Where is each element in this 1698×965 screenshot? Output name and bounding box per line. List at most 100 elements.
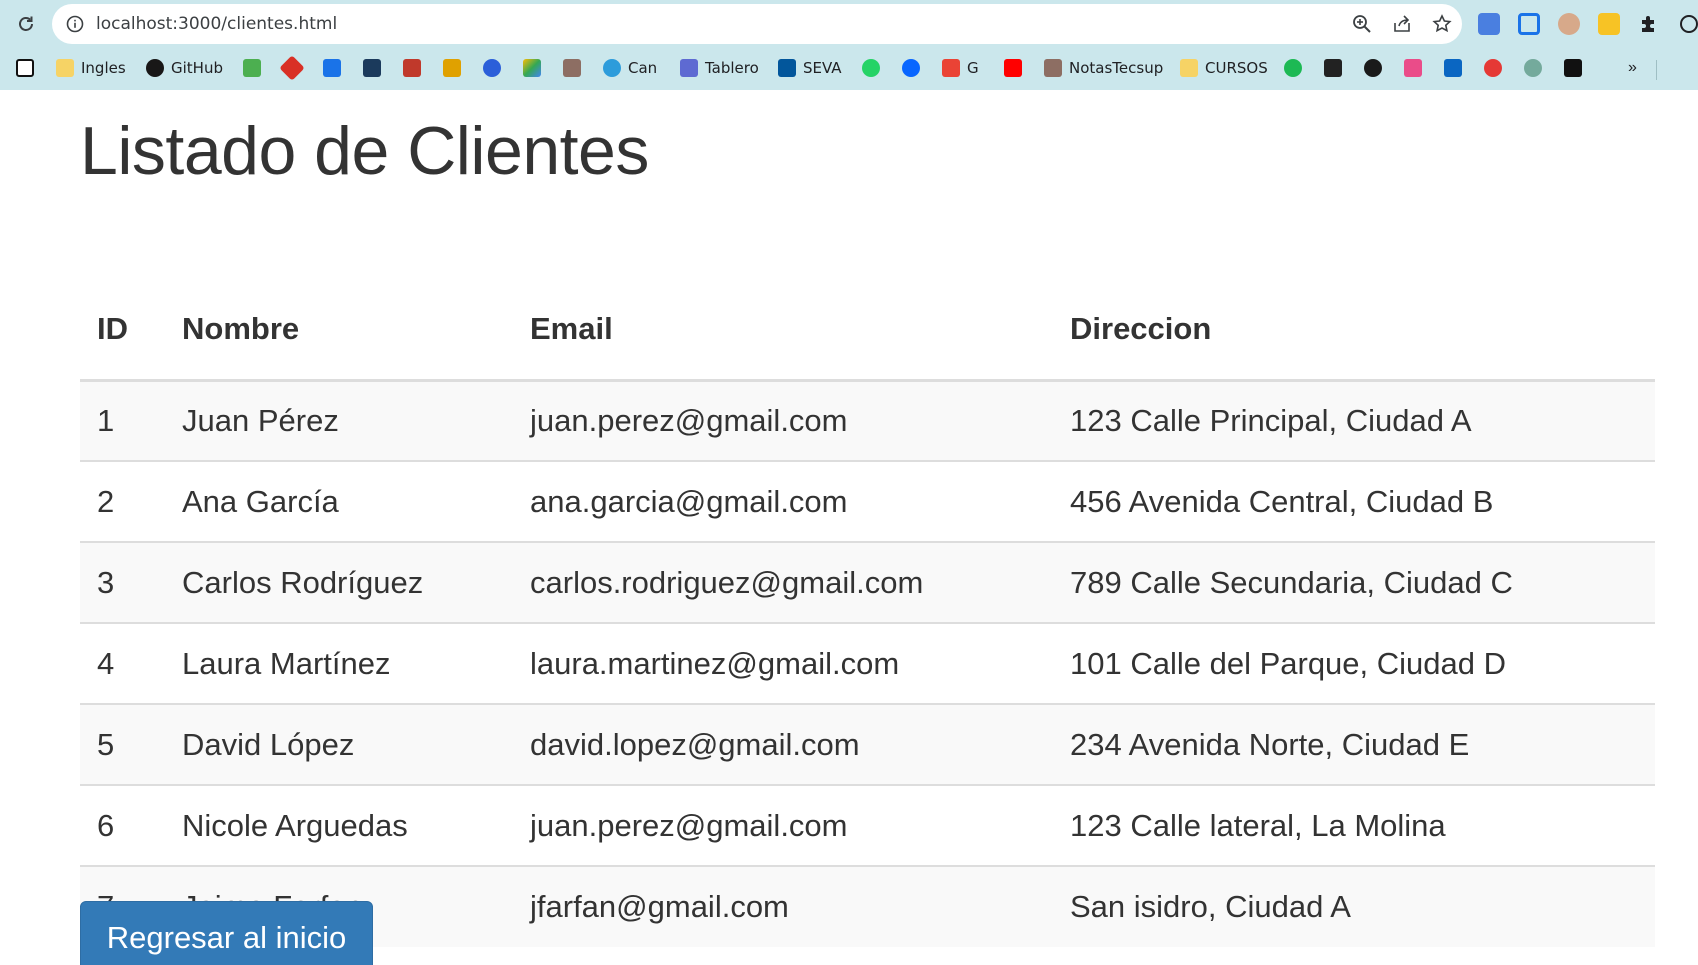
bookmark-item[interactable] xyxy=(243,56,261,80)
column-header-id: ID xyxy=(80,280,165,382)
bookmark-label: Tablero xyxy=(705,59,759,77)
bookmark-icon xyxy=(279,55,305,81)
bookmark-icon xyxy=(363,59,381,77)
bookmark-item[interactable] xyxy=(363,56,381,80)
bookmark-item[interactable] xyxy=(1484,56,1502,80)
cell-direccion: San isidro, Ciudad A xyxy=(1053,865,1655,947)
table-row: 3 Carlos Rodríguez carlos.rodriguez@gmai… xyxy=(80,541,1655,623)
cell-email: ana.garcia@gmail.com xyxy=(513,460,1053,542)
github-icon xyxy=(146,59,164,77)
bookmark-star-icon[interactable] xyxy=(1432,14,1452,34)
bookmark-item[interactable] xyxy=(16,56,41,80)
share-icon[interactable] xyxy=(1392,14,1412,34)
cell-id: 5 xyxy=(80,703,165,785)
bookmark-item[interactable]: SEVA xyxy=(778,56,842,80)
drive-icon xyxy=(523,59,541,77)
table-row: 5 David López david.lopez@gmail.com 234 … xyxy=(80,703,1655,785)
gmail-icon xyxy=(942,59,960,77)
cell-direccion: 101 Calle del Parque, Ciudad D xyxy=(1053,622,1655,704)
reload-icon[interactable] xyxy=(14,12,38,36)
bookmark-item[interactable]: NotasTecsup xyxy=(1044,56,1163,80)
omnibox[interactable]: localhost:3000/clientes.html xyxy=(52,4,1462,44)
bookmark-icon xyxy=(1044,59,1062,77)
bookmark-item[interactable] xyxy=(862,56,880,80)
cell-email: jfarfan@gmail.com xyxy=(513,865,1053,947)
flutter-icon xyxy=(778,59,796,77)
bookmark-item[interactable] xyxy=(563,56,581,80)
bookmark-item[interactable]: Ingles xyxy=(56,56,126,80)
url-text[interactable]: localhost:3000/clientes.html xyxy=(96,4,337,44)
bookmark-item[interactable] xyxy=(1444,56,1462,80)
back-to-home-button[interactable]: Regresar al inicio xyxy=(80,901,373,965)
bookmark-item[interactable] xyxy=(403,56,421,80)
column-header-direccion: Direccion xyxy=(1053,280,1655,382)
cell-id: 2 xyxy=(80,460,165,542)
cell-email: laura.martinez@gmail.com xyxy=(513,622,1053,704)
bookmark-item[interactable] xyxy=(279,55,305,81)
bookmark-item[interactable] xyxy=(1284,56,1302,80)
avatar-extension-icon[interactable] xyxy=(1558,13,1580,35)
bookmark-icon xyxy=(1284,59,1302,77)
bookmark-icon xyxy=(1404,59,1422,77)
notion-icon xyxy=(16,59,34,77)
sync-icon[interactable] xyxy=(1678,13,1698,35)
browser-chrome: localhost:3000/clientes.html Ingles GitH… xyxy=(0,0,1698,90)
bookmark-icon xyxy=(483,59,501,77)
more-bookmarks-button[interactable]: » xyxy=(1628,59,1637,77)
cell-email: juan.perez@gmail.com xyxy=(513,784,1053,866)
bookmark-item[interactable]: Tablero xyxy=(680,56,759,80)
bookmark-item[interactable] xyxy=(902,56,920,80)
bookmark-item[interactable] xyxy=(1524,56,1542,80)
cell-email: david.lopez@gmail.com xyxy=(513,703,1053,785)
bookmark-item[interactable] xyxy=(1364,56,1382,80)
bookmark-item[interactable]: Can xyxy=(603,56,657,80)
cell-nombre: Nicole Arguedas xyxy=(165,784,513,866)
bookmarks-divider xyxy=(1656,60,1657,80)
bookmark-label: Can xyxy=(628,59,658,77)
clients-table: ID Nombre Email Direccion 1 Juan Pérez j… xyxy=(80,280,1655,947)
bookmark-label: G xyxy=(967,59,979,77)
cell-email: carlos.rodriguez@gmail.com xyxy=(513,541,1053,623)
bookmark-item[interactable] xyxy=(1324,56,1342,80)
cell-nombre: Juan Pérez xyxy=(165,380,513,461)
column-header-email: Email xyxy=(513,280,1053,382)
column-header-nombre: Nombre xyxy=(165,280,513,382)
cell-email: juan.perez@gmail.com xyxy=(513,380,1053,461)
table-row: 2 Ana García ana.garcia@gmail.com 456 Av… xyxy=(80,460,1655,542)
folder-icon xyxy=(1180,59,1198,77)
translate-extension-icon[interactable] xyxy=(1478,13,1500,35)
notes-extension-icon[interactable] xyxy=(1598,13,1620,35)
bookmark-item[interactable] xyxy=(523,56,541,80)
cell-nombre: Carlos Rodríguez xyxy=(165,541,513,623)
page-title: Listado de Clientes xyxy=(80,113,649,189)
bookmark-label: Ingles xyxy=(81,59,126,77)
bookmark-item[interactable] xyxy=(483,56,501,80)
bookmark-item[interactable] xyxy=(1404,56,1422,80)
bookmark-icon xyxy=(443,59,461,77)
calendar-icon xyxy=(323,59,341,77)
bookmark-icon xyxy=(1484,59,1502,77)
site-info-icon[interactable] xyxy=(66,15,84,33)
bookmark-item[interactable] xyxy=(323,56,341,80)
puzzle-icon[interactable] xyxy=(1638,13,1660,35)
bookmark-icon xyxy=(1364,59,1382,77)
cell-id: 4 xyxy=(80,622,165,704)
bookmark-item[interactable]: CURSOS xyxy=(1180,56,1268,80)
address-bar-row: localhost:3000/clientes.html xyxy=(0,0,1698,48)
meta-icon xyxy=(902,59,920,77)
cell-direccion: 123 Calle lateral, La Molina xyxy=(1053,784,1655,866)
bookmark-item[interactable] xyxy=(1564,56,1582,80)
screenshot-extension-icon[interactable] xyxy=(1518,13,1540,35)
cell-direccion: 789 Calle Secundaria, Ciudad C xyxy=(1053,541,1655,623)
bookmark-item[interactable]: G xyxy=(942,56,979,80)
table-row: 4 Laura Martínez laura.martinez@gmail.co… xyxy=(80,622,1655,704)
bookmark-item[interactable] xyxy=(443,56,461,80)
zoom-icon[interactable] xyxy=(1352,14,1372,34)
cell-nombre: Laura Martínez xyxy=(165,622,513,704)
cell-id: 3 xyxy=(80,541,165,623)
bookmark-item[interactable] xyxy=(1004,56,1022,80)
cell-id: 6 xyxy=(80,784,165,866)
cell-direccion: 234 Avenida Norte, Ciudad E xyxy=(1053,703,1655,785)
canva-icon xyxy=(603,59,621,77)
bookmark-item[interactable]: GitHub xyxy=(146,56,223,80)
